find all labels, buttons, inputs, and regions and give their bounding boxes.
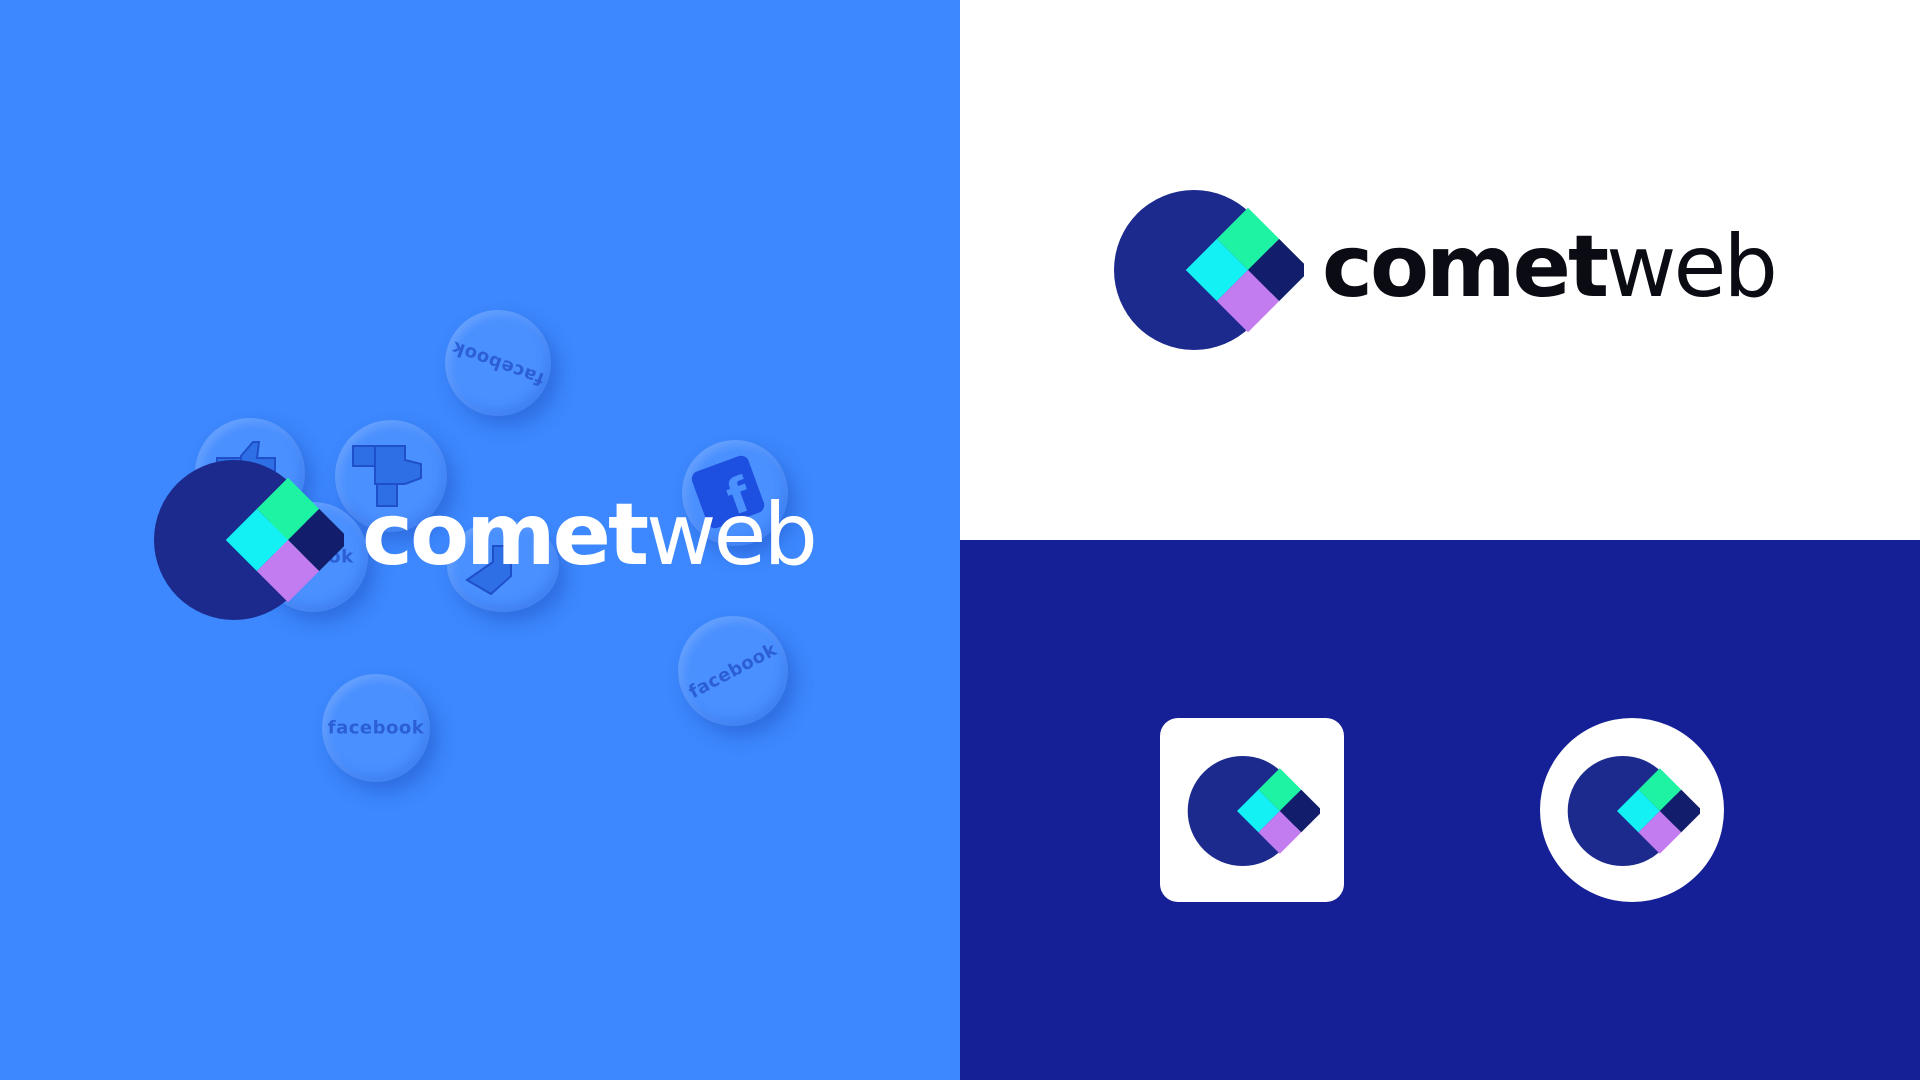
badge-facebook-bottom-left: facebook — [322, 674, 430, 782]
app-icon-circle — [1540, 718, 1724, 902]
badge-label: facebook — [449, 336, 547, 390]
cometweb-logo-icon — [1187, 756, 1320, 866]
badge-label: facebook — [327, 717, 425, 739]
wordmark-on-blue: cometweb — [362, 492, 818, 578]
wordmark-bold: comet — [1322, 217, 1609, 317]
left-mockup-panel: facebook f book facebook facebook — [0, 0, 960, 1080]
wordmark-bold: comet — [362, 485, 649, 585]
cometweb-logo-icon — [154, 460, 344, 620]
cometweb-logo-icon — [1567, 756, 1700, 866]
badge-facebook-top: facebook — [445, 310, 551, 416]
wordmark-light: web — [646, 485, 818, 585]
app-icon-rounded-square — [1160, 718, 1344, 902]
wordmark-on-white: cometweb — [1322, 224, 1778, 310]
wordmark-light: web — [1606, 217, 1778, 317]
app-icons-panel — [960, 540, 1920, 1080]
badge-facebook-bottom-right: facebook — [678, 616, 788, 726]
cometweb-logo-icon — [1114, 190, 1304, 350]
badge-label: facebook — [685, 639, 781, 703]
white-logo-panel: cometweb — [960, 0, 1920, 540]
